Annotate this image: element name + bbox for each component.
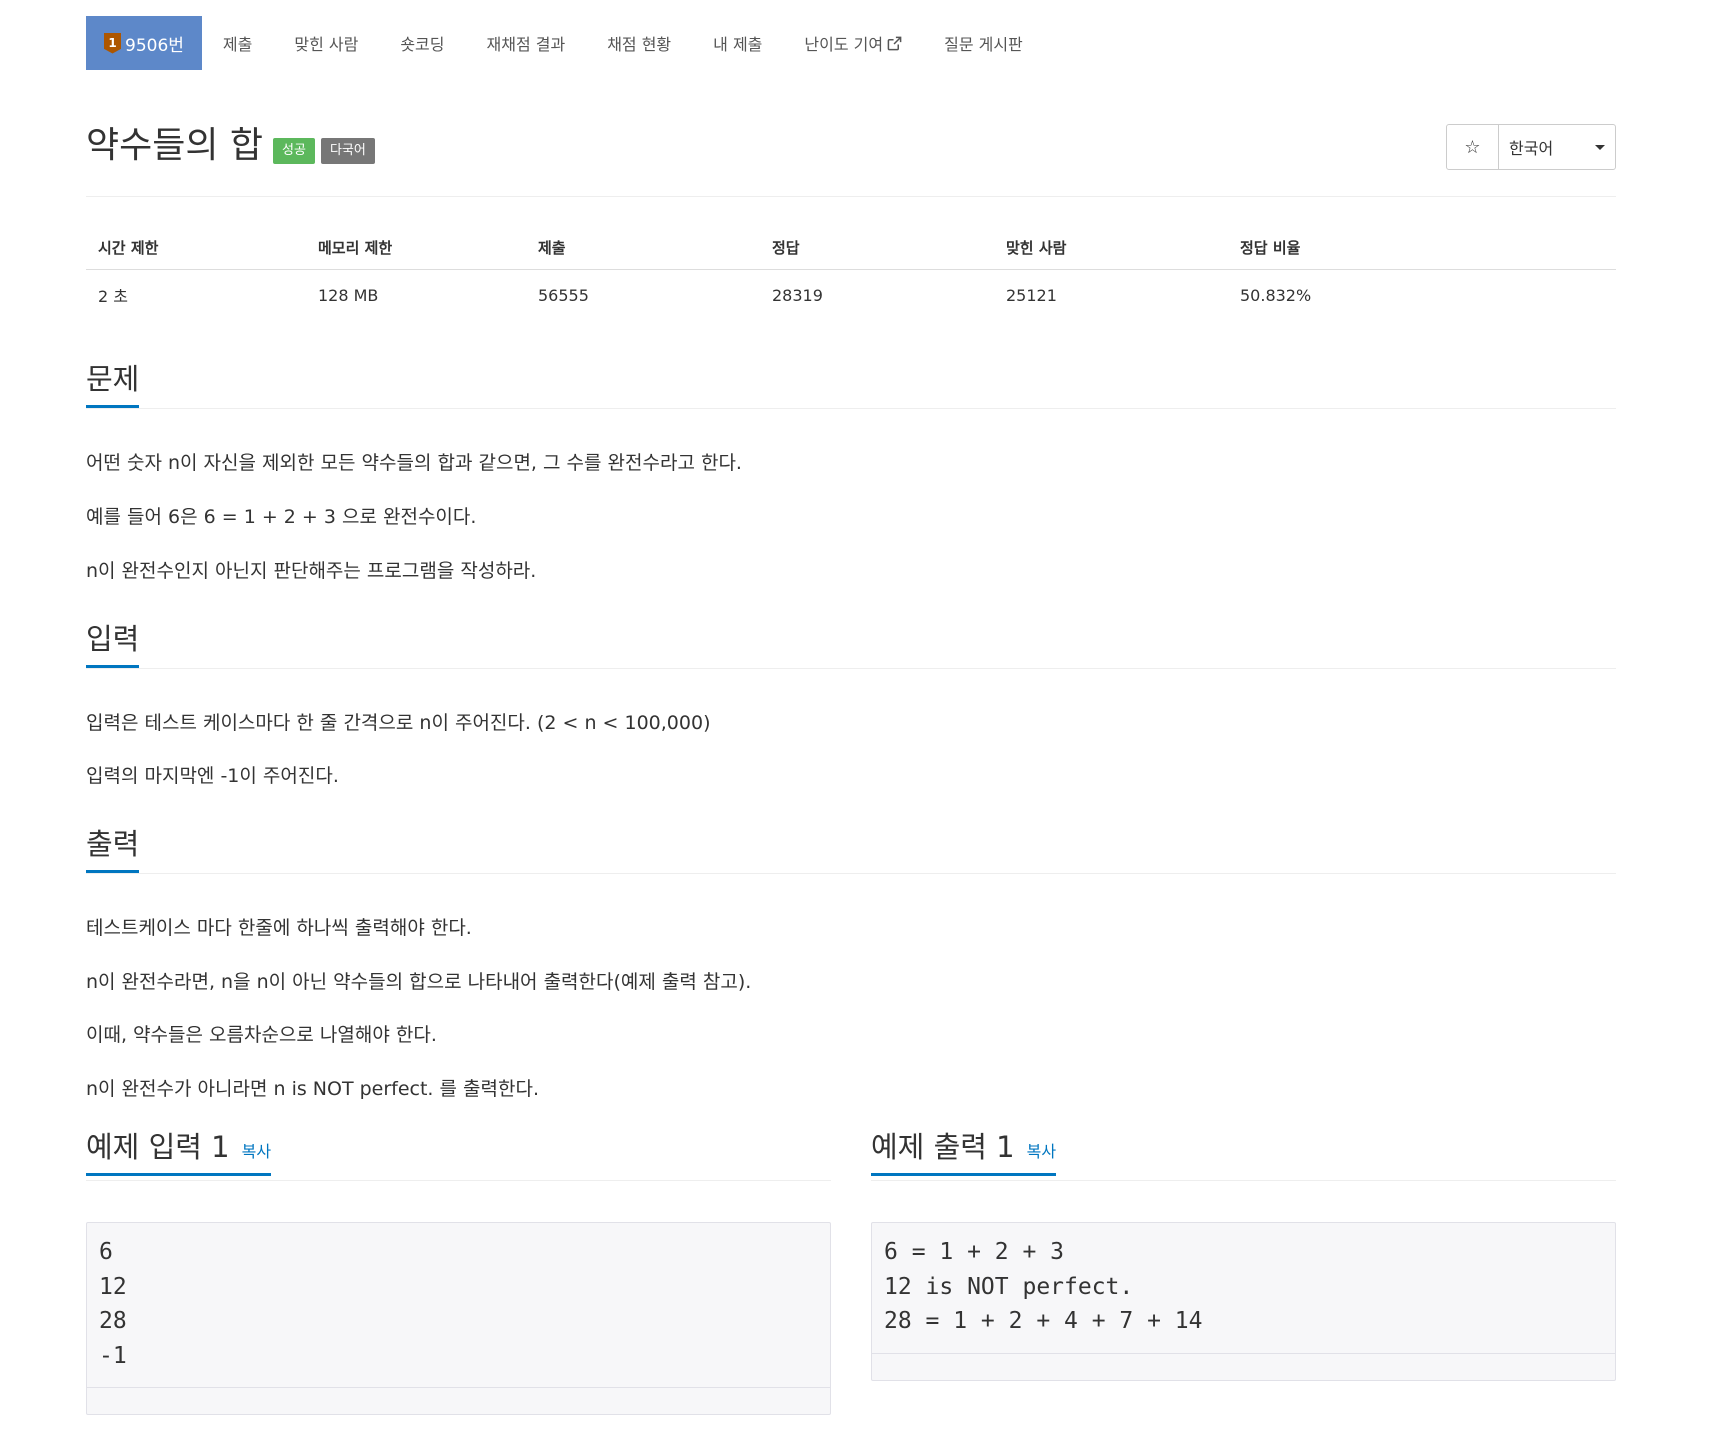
output-paragraph: n이 완전수가 아니라면 n is NOT perfect. 를 출력한다.	[86, 1078, 539, 1100]
value-memory-limit: 128 MB	[318, 285, 379, 305]
problem-paragraph: 어떤 숫자 n이 자신을 제외한 모든 약수들의 합과 같으면, 그 수를 완전…	[86, 452, 742, 474]
sample-input-section: 예제 입력 1 복사 6 12 28 -1	[86, 1130, 831, 1415]
problem-page: 1 9506번 제출 맞힌 사람 숏코딩 재채점 결과 채점 현황 내 제출 난…	[0, 0, 1734, 1432]
tab-difficulty-contribution[interactable]: 난이도 기여	[783, 16, 923, 70]
header-submissions: 제출	[526, 226, 760, 270]
tab-difficulty-label: 난이도 기여	[804, 35, 884, 54]
problem-header: 약수들의 합 성공 다국어 ☆ 한국어	[86, 120, 1616, 197]
tab-status[interactable]: 채점 현황	[586, 16, 692, 70]
value-accept-rate: 50.832%	[1240, 285, 1312, 305]
sample-output-text: 6 = 1 + 2 + 3 12 is NOT perfect. 28 = 1 …	[872, 1223, 1615, 1354]
header-accepted: 정답	[760, 226, 994, 270]
output-paragraph: 이때, 약수들은 오름차순으로 나열해야 한다.	[86, 1024, 437, 1046]
sample-output-box: 6 = 1 + 2 + 3 12 is NOT perfect. 28 = 1 …	[871, 1222, 1616, 1381]
copy-sample-output-button[interactable]: 복사	[1027, 1142, 1056, 1161]
multilang-badge: 다국어	[320, 137, 375, 164]
language-selected: 한국어	[1509, 139, 1554, 158]
title-controls: ☆ 한국어	[1446, 124, 1616, 170]
problem-description-section: 문제 어떤 숫자 n이 자신을 제외한 모든 약수들의 합과 같으면, 그 수를…	[86, 362, 1616, 582]
output-section: 출력 테스트케이스 마다 한줄에 하나씩 출력해야 한다. n이 완전수라면, …	[86, 827, 1616, 1100]
problem-number: 9506번	[125, 35, 184, 56]
header-memory-limit: 메모리 제한	[306, 226, 526, 270]
sample-output-heading: 예제 출력 1	[871, 1130, 1015, 1164]
sample-input-box: 6 12 28 -1	[86, 1222, 831, 1415]
info-header-row: 시간 제한 메모리 제한 제출 정답 맞힌 사람 정답 비율	[86, 226, 1616, 270]
output-paragraph: n이 완전수라면, n을 n이 아닌 약수들의 합으로 나타내어 출력한다(예제…	[86, 971, 752, 993]
value-accepted: 28319	[772, 285, 823, 305]
language-dropdown[interactable]: 한국어	[1499, 125, 1615, 169]
problem-info-table: 시간 제한 메모리 제한 제출 정답 맞힌 사람 정답 비율 2 초 128 M…	[86, 226, 1616, 320]
sample-input-text: 6 12 28 -1	[87, 1223, 830, 1388]
problem-title: 약수들의 합	[86, 125, 264, 166]
problem-heading: 문제	[86, 362, 140, 408]
header-solved-users: 맞힌 사람	[994, 226, 1228, 270]
success-badge: 성공	[273, 137, 315, 164]
problem-paragraph: n이 완전수인지 아닌지 판단해주는 프로그램을 작성하라.	[86, 560, 537, 582]
caret-down-icon	[1595, 144, 1605, 150]
tab-problem[interactable]: 1 9506번	[86, 16, 202, 70]
input-section: 입력 입력은 테스트 케이스마다 한 줄 간격으로 n이 주어진다. (2 < …	[86, 622, 1616, 787]
input-heading: 입력	[86, 622, 140, 668]
input-paragraph: 입력은 테스트 케이스마다 한 줄 간격으로 n이 주어진다. (2 < n <…	[86, 712, 711, 734]
value-time-limit: 2 초	[98, 287, 128, 306]
output-heading: 출력	[86, 827, 140, 873]
sample-output-section: 예제 출력 1 복사 6 = 1 + 2 + 3 12 is NOT perfe…	[871, 1130, 1616, 1381]
favorite-star-button[interactable]: ☆	[1447, 125, 1499, 169]
star-icon: ☆	[1464, 136, 1481, 158]
tab-submit[interactable]: 제출	[202, 16, 273, 70]
header-accept-rate: 정답 비율	[1228, 226, 1616, 270]
tab-solved-users[interactable]: 맞힌 사람	[273, 16, 379, 70]
header-time-limit: 시간 제한	[86, 226, 306, 270]
info-value-row: 2 초 128 MB 56555 28319 25121 50.832%	[86, 270, 1616, 321]
copy-sample-input-button[interactable]: 복사	[242, 1142, 271, 1161]
input-paragraph: 입력의 마지막엔 -1이 주어진다.	[86, 765, 339, 787]
tab-short-coding[interactable]: 숏코딩	[379, 16, 465, 70]
problem-menu: 1 9506번 제출 맞힌 사람 숏코딩 재채점 결과 채점 현황 내 제출 난…	[86, 16, 1044, 70]
tab-my-submissions[interactable]: 내 제출	[692, 16, 783, 70]
tab-rejudge-results[interactable]: 재채점 결과	[466, 16, 587, 70]
external-link-icon	[887, 36, 902, 51]
bronze-tier-icon: 1	[104, 32, 121, 54]
value-submissions: 56555	[538, 285, 589, 305]
value-solved-users: 25121	[1006, 285, 1057, 305]
sample-input-heading: 예제 입력 1	[86, 1130, 230, 1164]
output-paragraph: 테스트케이스 마다 한줄에 하나씩 출력해야 한다.	[86, 917, 472, 939]
problem-paragraph: 예를 들어 6은 6 = 1 + 2 + 3 으로 완전수이다.	[86, 506, 477, 528]
tab-question-board[interactable]: 질문 게시판	[923, 16, 1044, 70]
